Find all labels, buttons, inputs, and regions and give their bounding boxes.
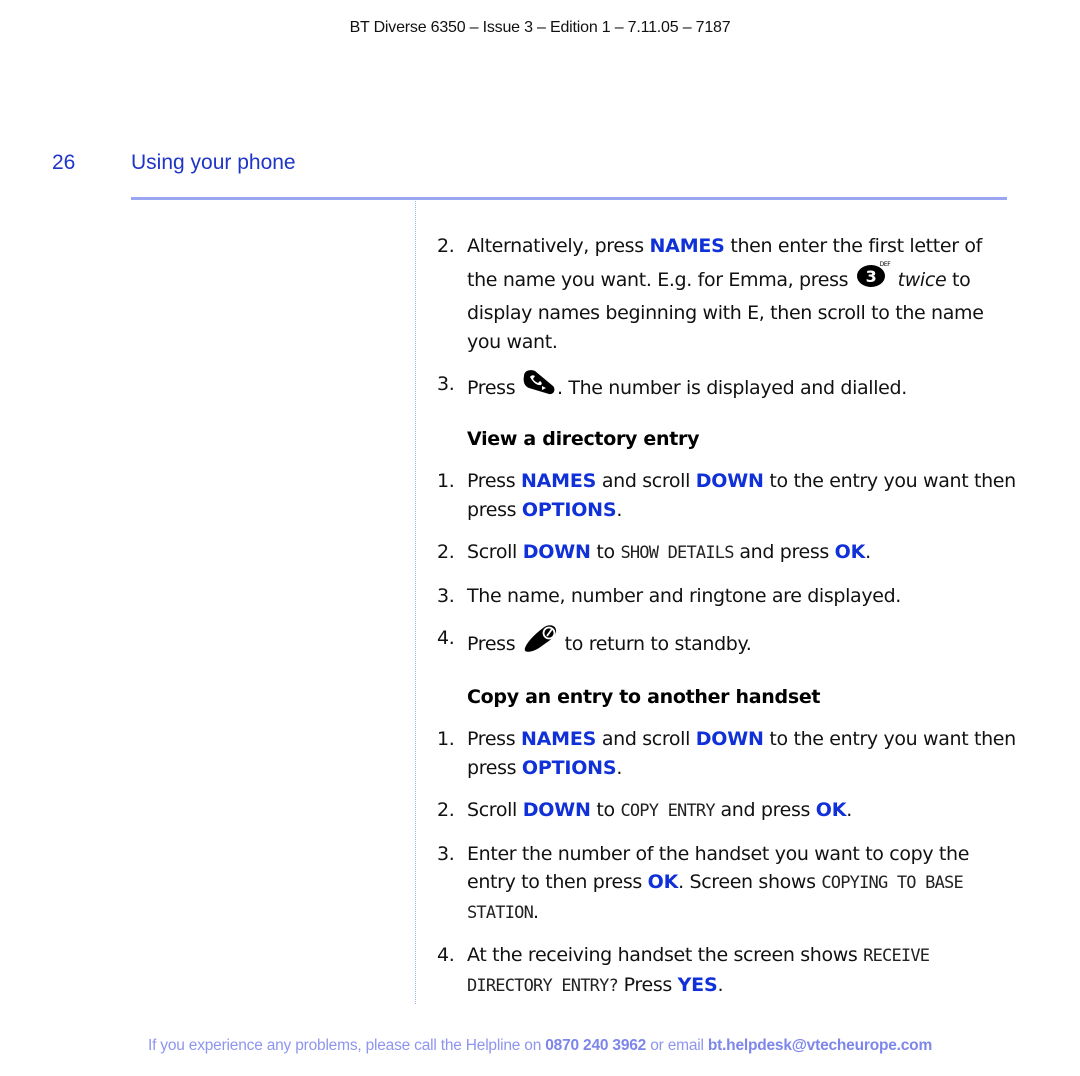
down-key-label: DOWN: [522, 541, 591, 563]
text-run: Press: [467, 376, 521, 399]
item-text: Scroll DOWN to SHOW DETAILS and press OK…: [467, 538, 1017, 568]
section-heading-view-entry: View a directory entry: [467, 427, 700, 450]
text-run: Press: [467, 728, 521, 750]
column-divider: [415, 201, 416, 1004]
item-text: The name, number and ringtone are displa…: [467, 584, 901, 607]
text-run: and scroll: [596, 728, 696, 750]
names-key-label: NAMES: [520, 728, 597, 750]
text-run: to return to standby.: [558, 632, 752, 655]
item-text: Enter the number of the handset you want…: [467, 840, 1017, 928]
footer-text: or email: [646, 1037, 708, 1054]
lcd-text-show-details: SHOW DETAILS: [620, 543, 734, 563]
lcd-text-copy-entry: COPY ENTRY: [620, 801, 715, 821]
yes-key-label: YES: [677, 973, 718, 996]
text-run: Scroll: [467, 799, 523, 821]
footer-text: If you experience any problems, please c…: [147, 1037, 546, 1054]
text-run: Press: [467, 632, 521, 655]
list-item: 4. At the receiving handset the screen s…: [437, 941, 1017, 1000]
list-item: 2. Scroll DOWN to COPY ENTRY and press O…: [437, 796, 1017, 826]
item-number: 3.: [437, 842, 455, 865]
text-run: .: [846, 799, 852, 821]
list-item: 2. Alternatively, press NAMES then enter…: [437, 232, 1017, 356]
item-number: 1.: [437, 728, 455, 750]
document-header: BT Diverse 6350 – Issue 3 – Edition 1 – …: [349, 19, 731, 36]
helpline-footer: If you experience any problems, please c…: [0, 1037, 1080, 1055]
svg-text:3: 3: [866, 267, 877, 286]
talk-button-icon: [521, 368, 557, 405]
text-run: .: [533, 900, 539, 923]
text-run: Alternatively, press: [467, 235, 650, 257]
text-run: .: [616, 498, 623, 521]
item-text: Press NAMES and scroll DOWN to the entry…: [467, 467, 1017, 524]
text-run: Scroll: [467, 541, 523, 563]
down-key-label: DOWN: [522, 799, 591, 821]
page-number: 26: [52, 151, 76, 174]
item-number: 1.: [437, 470, 455, 492]
helpline-phone: 0870 240 3962: [545, 1037, 647, 1054]
list-item: 3. Enter the number of the handset you w…: [437, 840, 1017, 928]
list-item: 3. Press . The number is displayed and d…: [437, 370, 1017, 407]
item-text: Alternatively, press NAMES then enter th…: [467, 232, 1017, 356]
main-content: 2. Alternatively, press NAMES then enter…: [437, 232, 1017, 1014]
svg-text:DEF: DEF: [880, 261, 892, 268]
ok-key-label: OK: [815, 799, 847, 821]
text-run: At the receiving handset the screen show…: [467, 944, 864, 966]
names-key-label: NAMES: [520, 470, 597, 492]
options-key-label: OPTIONS: [521, 498, 617, 521]
ok-key-label: OK: [834, 541, 866, 563]
item-number: 2.: [437, 799, 455, 821]
options-key-label: OPTIONS: [521, 756, 617, 779]
text-run: to: [590, 541, 621, 563]
text-run: . The number is displayed and dialled.: [556, 376, 907, 399]
text-run: .: [865, 541, 871, 563]
list-item: 2. Scroll DOWN to SHOW DETAILS and press…: [437, 538, 1017, 568]
list-item: 4. Press to return to standby.: [437, 624, 1017, 665]
item-number: 2.: [437, 235, 455, 257]
item-text: Press to return to standby.: [467, 624, 1017, 665]
item-number: 2.: [437, 541, 455, 563]
text-run: and press: [733, 541, 835, 563]
item-text: Press . The number is displayed and dial…: [467, 370, 1017, 407]
text-run: .: [616, 756, 623, 779]
item-number: 4.: [437, 627, 455, 649]
key-3-def-icon: 3 DEF: [854, 259, 892, 298]
list-item: 3. The name, number and ringtone are dis…: [437, 582, 1017, 611]
text-run: . Screen shows: [678, 871, 822, 893]
list-item: 1. Press NAMES and scroll DOWN to the en…: [437, 467, 1017, 524]
list-item: 1. Press NAMES and scroll DOWN to the en…: [437, 725, 1017, 782]
text-run: and scroll: [596, 470, 696, 492]
section-title: Using your phone: [131, 151, 296, 174]
header-divider: [131, 197, 1007, 200]
text-run: .: [717, 973, 724, 996]
item-text: Press NAMES and scroll DOWN to the entry…: [467, 725, 1017, 782]
item-number: 3.: [437, 373, 455, 395]
item-number: 3.: [437, 584, 455, 607]
helpdesk-email[interactable]: bt.helpdesk@vtecheurope.com: [708, 1037, 932, 1054]
section-heading-copy-entry: Copy an entry to another handset: [467, 685, 821, 708]
down-key-label: DOWN: [695, 470, 764, 492]
text-run: Press: [467, 470, 521, 492]
names-key-label: NAMES: [649, 235, 725, 257]
item-number: 4.: [437, 944, 455, 966]
down-key-label: DOWN: [695, 728, 764, 750]
item-text: Scroll DOWN to COPY ENTRY and press OK.: [467, 796, 1017, 826]
text-run: Press: [617, 973, 678, 996]
end-call-button-icon: [521, 622, 559, 663]
text-run: to: [590, 799, 621, 821]
item-text: At the receiving handset the screen show…: [467, 941, 1017, 1000]
ok-key-label: OK: [647, 871, 679, 893]
emphasis-twice: twice: [897, 268, 947, 291]
text-run: and press: [714, 799, 816, 821]
